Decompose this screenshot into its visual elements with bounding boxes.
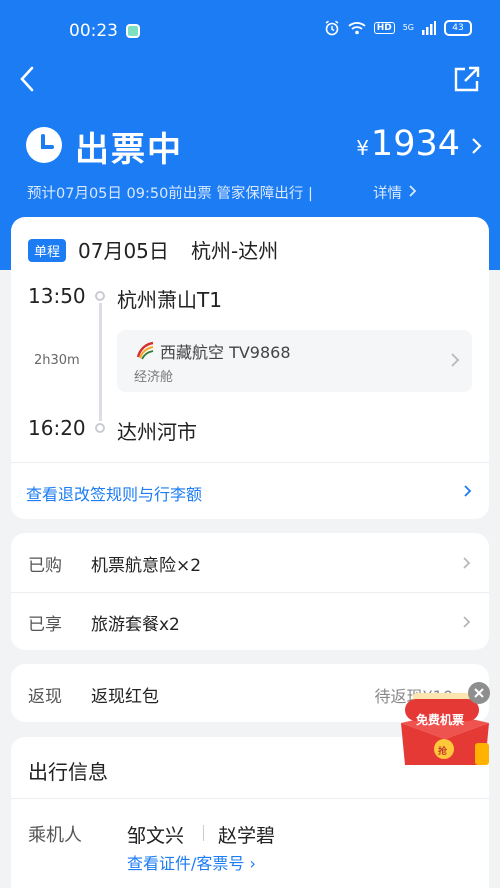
refund-rules-link[interactable]: 查看退改签规则与行李额: [26, 481, 202, 505]
view-id-ticket-link[interactable]: 查看证件/客票号 ›: [127, 850, 256, 874]
tibet-airlines-logo-icon: [136, 341, 154, 360]
price-value: 1934: [370, 124, 460, 164]
departure-airport: 杭州萧山T1: [117, 288, 222, 312]
order-status-title: 出票中: [75, 130, 183, 170]
flight-card: 单程 07月05日 杭州-达州 13:50 杭州萧山T1 2h30m 西藏航空 …: [11, 217, 489, 519]
wifi-icon: [348, 22, 366, 35]
purchase-label: 已购: [28, 556, 62, 576]
flight-duration: 2h30m: [34, 353, 80, 368]
back-arrow-icon[interactable]: [16, 62, 40, 96]
purchase-label: 已享: [28, 615, 62, 635]
airline-info[interactable]: 西藏航空 TV9868 经济舱: [117, 330, 472, 392]
passenger-name: 赵学碧: [218, 825, 276, 847]
purchases-card: 已购 机票航意险×2 已享 旅游套餐x2: [11, 533, 489, 650]
battery-icon: 43: [444, 20, 472, 36]
price-currency: ¥: [356, 136, 369, 160]
alarm-icon: [325, 20, 339, 36]
share-icon[interactable]: [452, 66, 480, 94]
network-label: 5G: [402, 23, 414, 32]
timeline-line: [99, 303, 102, 421]
departure-dot: [95, 291, 105, 301]
divider: [11, 798, 489, 799]
purchase-value: 旅游套餐x2: [91, 615, 180, 635]
airline-flight-number: 西藏航空 TV9868: [160, 343, 291, 362]
order-price[interactable]: ¥1934: [356, 124, 460, 164]
red-packet-label: 免费机票: [416, 713, 465, 727]
hd-badge: HD: [373, 22, 395, 34]
cashback-value: 返现红包: [91, 687, 159, 707]
flight-route: 杭州-达州: [191, 239, 279, 263]
signal-icon: [422, 21, 436, 35]
arrival-time: 16:20: [28, 416, 86, 440]
trip-type-tag: 单程: [28, 239, 67, 262]
status-icons: HD 5G 43: [324, 20, 472, 36]
cabin-class: 经济舱: [134, 370, 174, 385]
divider: [11, 592, 489, 593]
close-icon[interactable]: [468, 682, 490, 704]
passenger-label: 乘机人: [28, 825, 82, 846]
chevron-right-icon: [463, 557, 471, 569]
arrival-airport: 达州河市: [117, 420, 197, 444]
detail-link[interactable]: 详情: [373, 182, 402, 203]
departure-time: 13:50: [28, 284, 86, 308]
chevron-right-icon: [463, 616, 471, 628]
status-bar: 00:23 HD 5G 43: [0, 0, 500, 60]
passenger-separator: [203, 825, 204, 841]
clock-icon: [26, 127, 62, 163]
divider: [11, 462, 489, 463]
passenger-name: 邹文兴: [127, 825, 185, 847]
travel-info-title: 出行信息: [28, 760, 108, 784]
price-chevron-icon[interactable]: [470, 136, 484, 156]
purchase-value: 机票航意险×2: [91, 556, 202, 576]
status-time: 00:23: [69, 21, 118, 41]
arrival-dot: [95, 423, 105, 433]
chevron-right-icon: [451, 353, 460, 367]
chevron-right-icon[interactable]: [463, 483, 473, 499]
app-notification-icon: [126, 24, 140, 38]
ticketing-notice: 预计07月05日 09:50前出票 管家保障出行 |: [27, 186, 313, 202]
flight-date: 07月05日: [78, 239, 169, 263]
red-packet-coin: 抢: [438, 747, 448, 757]
cashback-label: 返现: [28, 687, 62, 707]
detail-chevron-icon[interactable]: [408, 184, 418, 198]
